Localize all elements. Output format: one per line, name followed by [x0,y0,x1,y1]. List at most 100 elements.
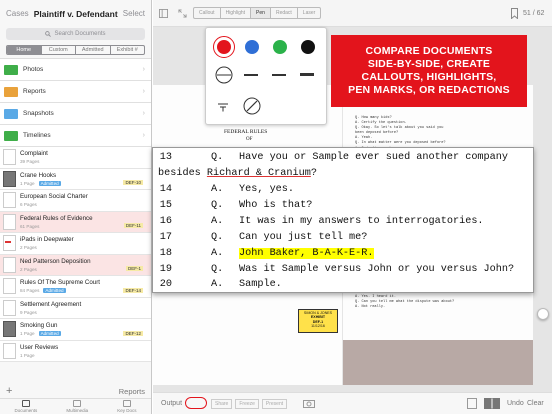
present-button[interactable]: Present [261,399,288,409]
segment-custom[interactable]: Custom [42,46,76,54]
chevron-right-icon: › [142,110,145,117]
list-item[interactable]: User Reviews 1 Page [0,340,151,362]
doc-pages: 9 Pages [20,309,37,315]
tab-multimedia[interactable]: Multimedia [66,400,88,413]
line-width-2[interactable] [244,74,258,76]
doc-pages: 2 Pages [20,245,37,251]
key-docs-icon [122,400,131,407]
doc-name: Settlement Agreement [20,300,82,308]
document-thumbnail [3,170,16,187]
folder-timelines[interactable]: Timelines › [0,125,151,147]
list-item[interactable]: Settlement Agreement 9 Pages [0,297,151,319]
search-input[interactable]: Search Documents [6,28,145,40]
callout-line: 19 Q. Was it Sample versus John or you ver… [153,264,533,280]
callout-line: 15 Q. Who is that? [153,200,533,216]
speaker: Q. [211,200,224,211]
select-button[interactable]: Select [123,9,145,18]
chevron-right-icon: › [142,66,145,73]
folder-photos[interactable]: Photos › [0,59,151,81]
single-page-icon[interactable] [467,398,477,409]
doc-pages: 2 Pages [20,266,37,272]
reports-button[interactable]: Reports [119,387,145,396]
doc-pages: 39 Pages [20,159,40,165]
freeze-button[interactable]: Freeze [235,399,259,409]
tool-laser[interactable]: Laser [298,8,321,18]
share-button[interactable]: Share [211,399,233,409]
tab-key-docs[interactable]: Key Docs [117,400,136,413]
document-thumbnail [3,256,16,273]
tool-pen[interactable]: Pen [251,8,271,18]
tool-highlight[interactable]: Highlight [221,8,252,18]
doc-name: Smoking Gun [20,322,58,330]
document-list: Complaint 39 Pages Crane Hooks 1 Page Admit… [0,147,151,362]
side-by-side-icon[interactable] [484,398,500,409]
eraser-icon[interactable] [243,97,261,115]
exhibit-badge: DEF-11 [123,223,143,228]
line-text: ? [310,168,317,179]
callout-line: 16 A. It was in my answers to interrogator… [153,216,533,232]
exhibit-badge: DEF-1 [125,266,143,271]
admitted-badge: Admitted [38,331,61,337]
exhibit-sticker: SIMON & JONES EXHIBIT DEF-1 11/12/16 [298,309,338,333]
collapse-sidebar-icon[interactable] [159,9,168,18]
expand-icon[interactable] [178,9,187,18]
list-item[interactable]: iPads in Deepwater 2 Pages [0,233,151,255]
line-style-icon[interactable] [217,102,229,112]
speaker: Q. [211,232,224,243]
list-item[interactable]: Federal Rules of Evidence 61 Pages DEF-11 [0,211,151,233]
annotation-tools: Callout Highlight Pen Redact Laser [193,7,322,19]
line-number: 13 [159,152,172,163]
chevron-right-icon: › [142,132,145,139]
list-item[interactable]: Complaint 39 Pages [0,147,151,169]
line-number: 15 [159,200,172,211]
documents-icon [21,400,30,407]
clear-button[interactable]: Clear [527,400,544,407]
cases-button[interactable]: Cases [6,9,29,18]
speaker: A. [211,279,224,290]
folder-reports[interactable]: Reports › [0,81,151,103]
case-title: Plaintiff v. Defendant [33,8,118,19]
segment-home[interactable]: Home [7,46,42,54]
line-width-4[interactable] [300,73,314,76]
list-item[interactable]: European Social Charter 6 Pages [0,190,151,212]
line-text: besides [158,168,207,179]
line-text: Was it Sample versus John or you versus … [239,264,515,275]
segment-exhibit[interactable]: Exhibit # [111,46,145,54]
color-swatch-black[interactable] [301,40,315,54]
list-item[interactable]: Rules Of The Supreme Court 84 Pages Admitt… [0,276,151,298]
segment-admitted[interactable]: Admitted [76,46,111,54]
page-line: A. Not really. [355,305,386,310]
tool-redact[interactable]: Redact [271,8,298,18]
banner-line: CALLOUTS, HIGHLIGHTS, [361,71,497,83]
list-item[interactable]: Crane Hooks 1 Page Admitted DEF-10 [0,168,151,190]
document-thumbnail [3,192,16,209]
chevron-right-icon: › [142,88,145,95]
folder-snapshots[interactable]: Snapshots › [0,103,151,125]
sticker-line: 11/12/16 [311,323,325,328]
doc-pages: 1 Page [20,352,35,358]
callout-line: 17 Q. Can you just tell me? [153,232,533,248]
add-button[interactable]: + [6,385,12,397]
folder-icon [4,130,18,141]
camera-icon[interactable] [303,399,315,408]
speaker: A. [211,184,224,195]
admitted-badge: Admitted [38,180,61,186]
list-item[interactable]: Smoking Gun 1 Page Admitted DEF-12 [0,319,151,341]
list-item[interactable]: Ned Patterson Deposition 2 Pages DEF-1 [0,254,151,276]
tab-label: Multimedia [66,408,89,413]
bookmark-icon[interactable] [511,8,518,19]
output-toggle[interactable] [185,397,207,409]
undo-button[interactable]: Undo [507,400,524,407]
color-swatch-green[interactable] [273,40,287,54]
page-scroll-handle[interactable] [537,308,549,320]
thin-line-icon[interactable] [215,66,233,84]
doc-name: Ned Patterson Deposition [20,257,91,265]
color-swatch-blue[interactable] [245,40,259,54]
tab-documents[interactable]: Documents [15,400,37,413]
deposition-callout[interactable]: 13 Q. Have you or Sample ever sued another… [152,147,534,293]
tool-callout[interactable]: Callout [194,8,221,18]
line-width-3[interactable] [272,74,286,76]
viewer-toolbar: Callout Highlight Pen Redact Laser 51 / … [153,0,552,27]
color-swatch-red[interactable] [217,40,231,54]
doc-name: European Social Charter [20,193,88,201]
